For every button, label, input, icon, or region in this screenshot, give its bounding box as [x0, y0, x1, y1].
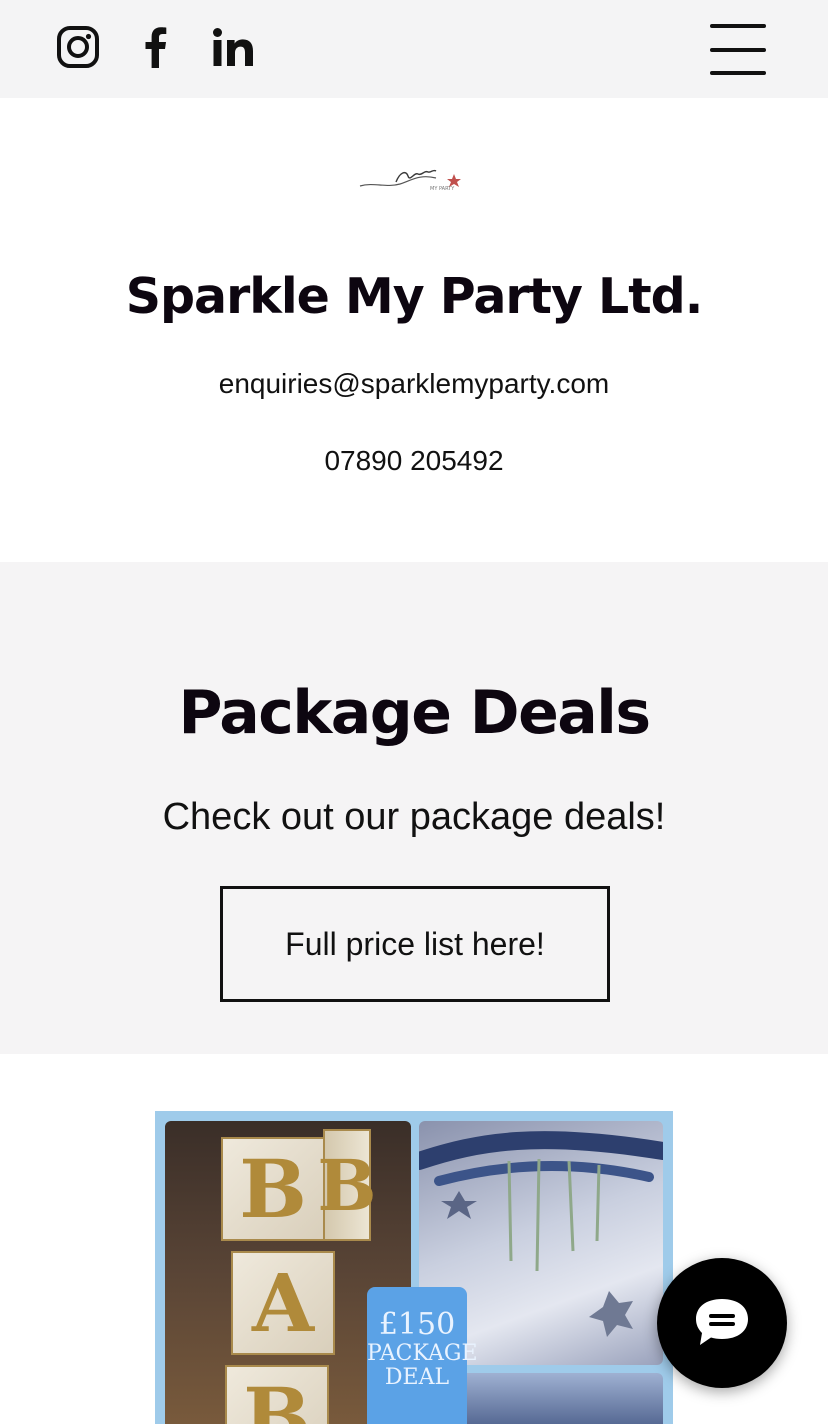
header-section: MY PARTY Sparkle My Party Ltd. enquiries…: [0, 98, 828, 562]
instagram-icon[interactable]: [55, 24, 101, 70]
logo-tagline: MY PARTY: [430, 186, 455, 192]
price-label-line1: PACKAGE: [367, 1341, 478, 1366]
facebook-icon[interactable]: [132, 24, 178, 70]
letter-block: B: [225, 1365, 329, 1424]
hamburger-menu-icon[interactable]: [706, 20, 770, 80]
company-name: Sparkle My Party Ltd.: [125, 268, 704, 325]
full-price-list-button[interactable]: Full price list here!: [220, 886, 610, 1002]
letter-block: A: [231, 1251, 335, 1355]
letter-block: B: [317, 1129, 377, 1241]
phone-number[interactable]: 07890 205492: [0, 445, 828, 477]
price-tag: £150 PACKAGE DEAL: [367, 1287, 478, 1424]
package-deals-section: Package Deals Check out our package deal…: [0, 562, 828, 1054]
chat-bubble-icon[interactable]: [657, 1258, 787, 1388]
letter-block: B: [221, 1137, 325, 1241]
price-label-line2: DEAL: [384, 1365, 450, 1391]
section-subtitle: Check out our package deals!: [162, 796, 666, 838]
company-logo[interactable]: MY PARTY: [356, 160, 472, 196]
email-link[interactable]: enquiries@sparklemyparty.com: [0, 368, 828, 400]
linkedin-icon[interactable]: [210, 24, 256, 70]
section-title: Package Deals: [178, 678, 651, 748]
top-bar: [0, 0, 828, 98]
package-photo-collage[interactable]: B B A B £150 PACKAGE DEAL: [155, 1111, 673, 1424]
price-amount: £150: [378, 1307, 456, 1342]
